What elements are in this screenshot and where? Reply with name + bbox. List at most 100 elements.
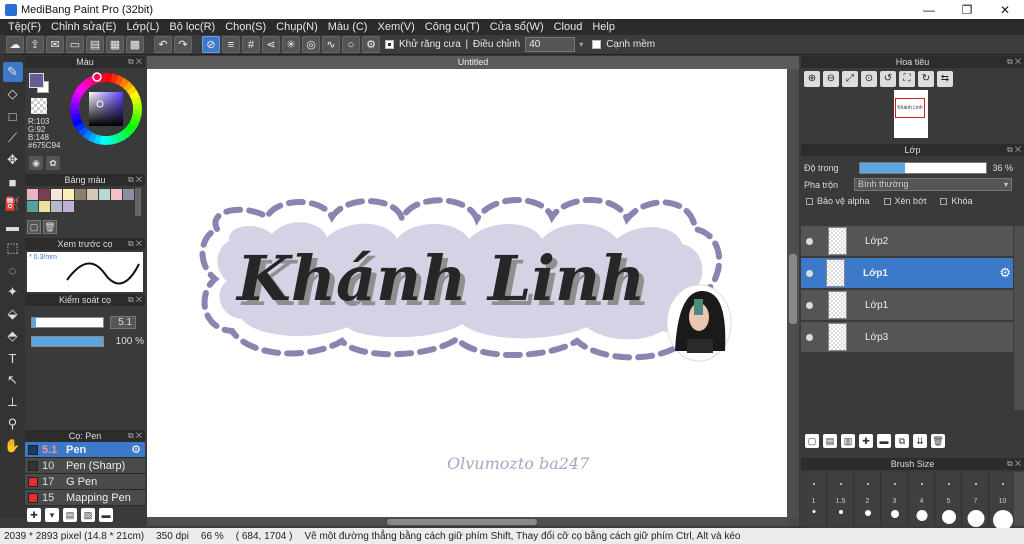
brush-size-slider[interactable] (31, 317, 104, 328)
navigator-preview[interactable]: Khánh Linh (801, 90, 1024, 142)
brush-size-option[interactable]: 1.5 (828, 472, 854, 526)
curve-snap-icon[interactable]: ∿ (322, 36, 340, 53)
fill-rect-tool-icon[interactable]: ■ (3, 172, 23, 192)
brush-size-option[interactable]: 7 (963, 472, 989, 527)
layer-item[interactable]: Lớp2 (801, 226, 1013, 256)
drawing-canvas[interactable]: Khánh Linh Khánh Linh Olvumozto ba247 (147, 69, 787, 517)
move-tool-icon[interactable]: ✥ (3, 150, 23, 170)
layer-list-scrollbar[interactable] (1014, 226, 1024, 410)
divide-tool-icon[interactable]: ⟂ (3, 392, 23, 412)
palette-swatch[interactable] (111, 189, 122, 200)
zoom-reset-icon[interactable]: ⊙ (861, 71, 877, 87)
menu-edit[interactable]: Chỉnh sửa(E) (46, 21, 121, 33)
delete-layer-icon[interactable]: 🗑 (931, 434, 945, 448)
circle-snap-icon[interactable]: ○ (342, 36, 360, 53)
grid-snap-icon[interactable]: # (242, 36, 260, 53)
layer-item[interactable]: Lớp1 ⚙ (801, 258, 1013, 288)
palette-swatch[interactable] (75, 189, 86, 200)
palette-swatch[interactable] (87, 189, 98, 200)
cloud-icon[interactable]: ☁ (6, 36, 24, 53)
new-layer-menu-icon[interactable]: ✚ (859, 434, 873, 448)
brush-size-option[interactable]: 4 (909, 472, 935, 526)
rotate-right-icon[interactable]: ↻ (918, 71, 934, 87)
parallel-snap-icon[interactable]: ≡ (222, 36, 240, 53)
foreground-color-swatch[interactable] (29, 73, 44, 88)
gradient-tool-icon[interactable]: ▬ (3, 216, 23, 236)
brush-menu-icon[interactable]: ▾ (45, 508, 59, 522)
palette-swatch[interactable] (51, 201, 62, 212)
menu-cloud[interactable]: Cloud (549, 21, 588, 33)
color-settings-icon[interactable]: ✿ (46, 156, 60, 170)
brush-tool-icon[interactable]: ✎ (2, 62, 23, 82)
palette-scrollbar[interactable] (135, 188, 141, 216)
palette-swatch[interactable] (63, 201, 74, 212)
add-brush-icon[interactable]: ✚ (27, 508, 41, 522)
panel-controls-icon[interactable]: ⧉ ✕ (1007, 144, 1021, 156)
brush-size-scrollbar[interactable] (1014, 472, 1024, 526)
menu-file[interactable]: Tệp(F) (3, 21, 46, 33)
perspective-snap-icon[interactable]: ⋖ (262, 36, 280, 53)
layer-visibility-icon[interactable] (806, 301, 813, 309)
upload-icon[interactable]: ⇪ (26, 36, 44, 53)
line-tool-icon[interactable]: ⟋ (3, 128, 23, 148)
transparent-swatch[interactable] (31, 98, 47, 114)
brush-settings-icon[interactable]: ▤ (63, 508, 77, 522)
menu-help[interactable]: Help (587, 21, 620, 33)
layer-visibility-icon[interactable] (806, 237, 813, 245)
palette-swatch[interactable] (63, 189, 74, 200)
lock-checkbox[interactable] (940, 197, 948, 205)
flip-icon[interactable]: ⇆ (937, 71, 953, 87)
bucket-tool-icon[interactable]: ⛽ (3, 194, 23, 214)
new-halftone-layer-icon[interactable]: ▤ (823, 434, 837, 448)
brush-gear-icon[interactable]: ⚙ (131, 443, 141, 456)
select-tool-icon[interactable]: ⬚ (3, 238, 23, 258)
palette-swatch[interactable] (39, 189, 50, 200)
brush-size-option[interactable]: 1 (801, 472, 827, 526)
color-wheel[interactable] (69, 72, 143, 146)
zoom-in-icon[interactable]: ⊕ (804, 71, 820, 87)
brush-size-option[interactable]: 3 (882, 472, 908, 526)
layer-visibility-icon[interactable] (806, 269, 813, 277)
merge-layer-icon[interactable]: ⇊ (913, 434, 927, 448)
brush-list-item[interactable]: 5.1 Pen ⚙ (25, 442, 145, 458)
adjust-input[interactable]: 40 (525, 37, 576, 52)
brush-opacity-slider[interactable] (31, 336, 104, 347)
layer-item[interactable]: Lớp1 (801, 290, 1013, 320)
menu-color[interactable]: Màu (C) (323, 21, 373, 33)
palette-swatch[interactable] (51, 189, 62, 200)
operation-tool-icon[interactable]: ↖ (3, 370, 23, 390)
radial-snap-icon[interactable]: ✳ (282, 36, 300, 53)
layer-settings-gear-icon[interactable]: ⚙ (999, 265, 1011, 281)
duplicate-layer-icon[interactable]: ⧉ (895, 434, 909, 448)
eraser-tool-icon[interactable]: ◇ (3, 84, 23, 104)
adjust-dropdown-icon[interactable]: ▾ (579, 40, 583, 49)
select-pen-tool-icon[interactable]: ⬙ (3, 304, 23, 324)
palette-swatch[interactable] (123, 189, 134, 200)
magic-wand-tool-icon[interactable]: ✦ (3, 282, 23, 302)
panel-controls-icon[interactable]: ⧉ ✕ (1007, 458, 1021, 470)
canvas-vertical-scrollbar[interactable] (787, 69, 799, 517)
panel-controls-icon[interactable]: ⧉ ✕ (128, 174, 142, 186)
palette-icon[interactable]: ◉ (29, 156, 43, 170)
panel-controls-icon[interactable]: ⧉ ✕ (128, 430, 142, 442)
panel-controls-icon[interactable]: ⧉ ✕ (128, 294, 142, 306)
brush-list-item[interactable]: 15 Mapping Pen (25, 490, 145, 506)
layer-opacity-slider[interactable] (858, 161, 987, 174)
close-button[interactable]: ✕ (986, 3, 1024, 17)
hand-tool-icon[interactable]: ✋ (3, 436, 23, 456)
panel-controls-icon[interactable]: ⧉ ✕ (128, 238, 142, 250)
new-folder-icon[interactable]: ▬ (877, 434, 891, 448)
rotate-left-icon[interactable]: ↺ (880, 71, 896, 87)
palette-swatch[interactable] (27, 189, 38, 200)
concentric-snap-icon[interactable]: ◎ (302, 36, 320, 53)
palette-swatch[interactable] (39, 201, 50, 212)
panel-controls-icon[interactable]: ⧉ ✕ (1007, 56, 1021, 68)
brush-size-option[interactable]: 2 (855, 472, 881, 526)
brush-copy-icon[interactable]: ▧ (81, 508, 95, 522)
document-tab[interactable]: Untitled (147, 56, 799, 69)
brush-list-item[interactable]: 10 Pen (Sharp) (25, 458, 145, 474)
panel-controls-icon[interactable]: ⧉ ✕ (128, 56, 142, 68)
brush-folder-icon[interactable]: ▬ (99, 508, 113, 522)
clipping-checkbox[interactable] (883, 197, 891, 205)
fit-window-icon[interactable]: ⤢ (842, 71, 858, 87)
